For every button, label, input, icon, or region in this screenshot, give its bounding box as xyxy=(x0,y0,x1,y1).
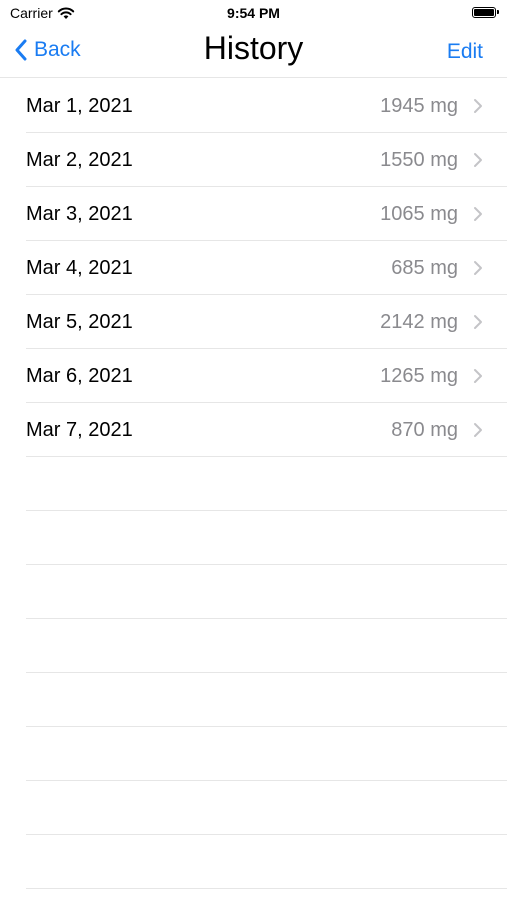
entry-date: Mar 5, 2021 xyxy=(26,310,133,333)
list-item[interactable]: Mar 4, 2021 685 mg xyxy=(0,241,507,295)
empty-row xyxy=(0,511,507,565)
entry-amount: 685 mg xyxy=(391,256,458,279)
empty-row xyxy=(0,673,507,727)
empty-row xyxy=(0,835,507,889)
empty-row xyxy=(0,565,507,619)
entry-date: Mar 4, 2021 xyxy=(26,256,133,279)
list-item[interactable]: Mar 3, 2021 1065 mg xyxy=(0,187,507,241)
chevron-right-icon xyxy=(474,153,482,167)
edit-button[interactable]: Edit xyxy=(447,40,483,64)
list-item[interactable]: Mar 1, 2021 1945 mg xyxy=(0,79,507,133)
list-item[interactable]: Mar 5, 2021 2142 mg xyxy=(0,295,507,349)
entry-amount: 1065 mg xyxy=(380,202,458,225)
battery-icon xyxy=(472,7,499,18)
chevron-right-icon xyxy=(474,423,482,437)
chevron-right-icon xyxy=(474,261,482,275)
list-item[interactable]: Mar 2, 2021 1550 mg xyxy=(0,133,507,187)
entry-amount: 1265 mg xyxy=(380,364,458,387)
navigation-bar: Back History Edit xyxy=(0,26,507,78)
clock: 9:54 PM xyxy=(227,5,280,21)
chevron-right-icon xyxy=(474,207,482,221)
chevron-right-icon xyxy=(474,369,482,383)
empty-row xyxy=(0,619,507,673)
entry-date: Mar 7, 2021 xyxy=(26,418,133,441)
entry-amount: 870 mg xyxy=(391,418,458,441)
chevron-right-icon xyxy=(474,315,482,329)
entry-amount: 1945 mg xyxy=(380,94,458,117)
entry-date: Mar 2, 2021 xyxy=(26,148,133,171)
empty-row xyxy=(0,457,507,511)
entry-date: Mar 1, 2021 xyxy=(26,94,133,117)
chevron-right-icon xyxy=(474,99,482,113)
history-list: Mar 1, 2021 1945 mg Mar 2, 2021 1550 mg … xyxy=(0,79,507,889)
empty-row xyxy=(0,781,507,835)
page-title: History xyxy=(203,30,304,66)
empty-row xyxy=(0,727,507,781)
entry-date: Mar 3, 2021 xyxy=(26,202,133,225)
entry-date: Mar 6, 2021 xyxy=(26,364,133,387)
entry-amount: 2142 mg xyxy=(380,310,458,333)
entry-amount: 1550 mg xyxy=(380,148,458,171)
list-item[interactable]: Mar 7, 2021 870 mg xyxy=(0,403,507,457)
list-item[interactable]: Mar 6, 2021 1265 mg xyxy=(0,349,507,403)
status-bar: Carrier 9:54 PM xyxy=(0,0,507,26)
